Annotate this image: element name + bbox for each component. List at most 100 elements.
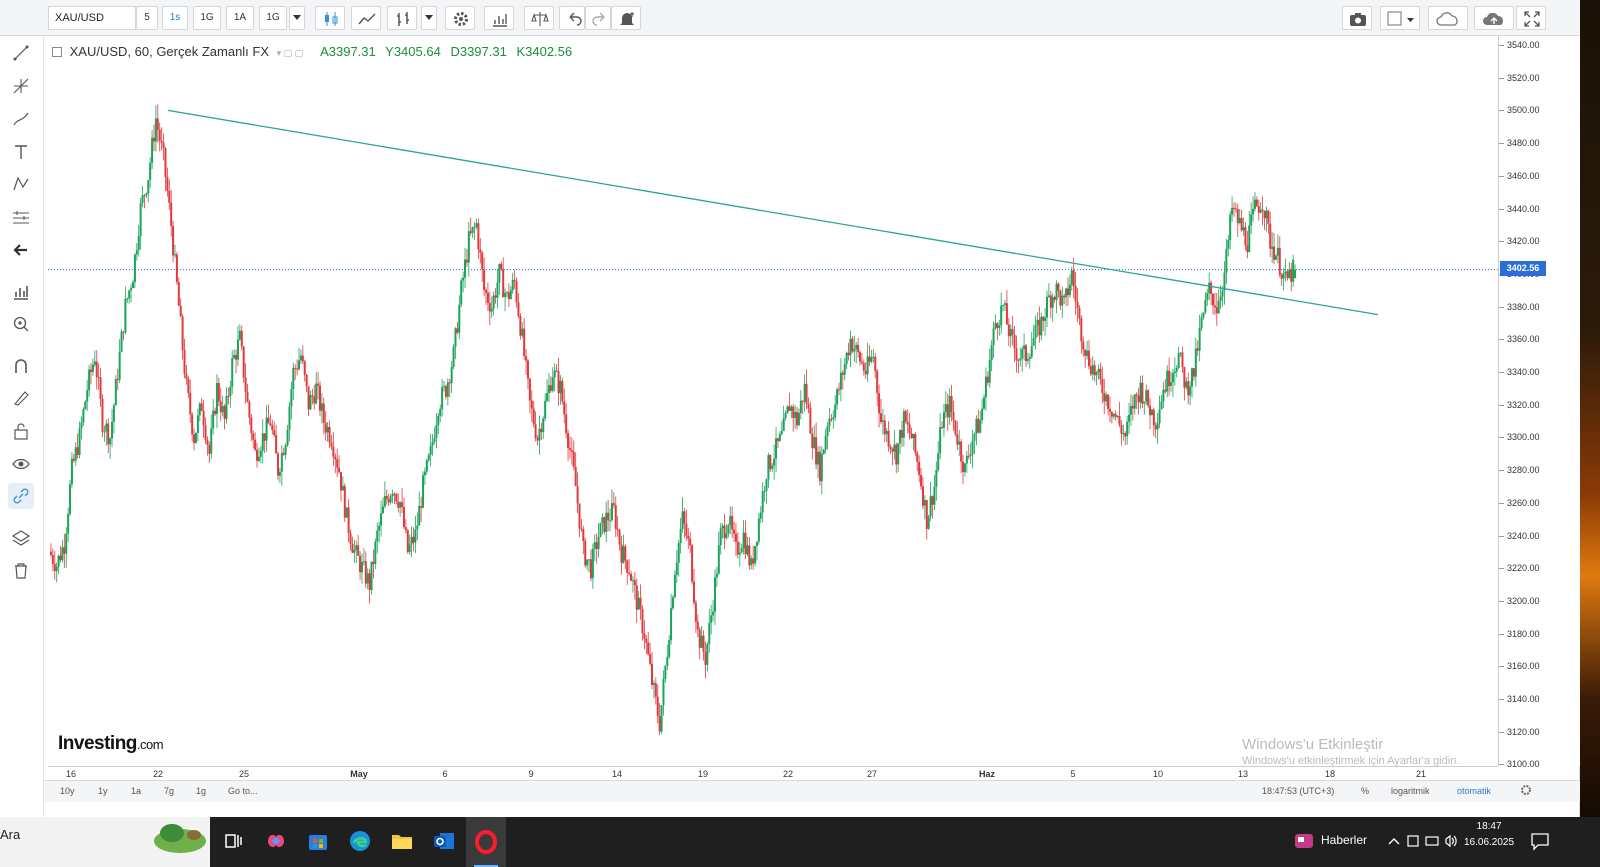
indicators-icon[interactable] (8, 279, 34, 305)
outlook-icon[interactable] (432, 829, 456, 853)
candle (780, 421, 783, 436)
candle (610, 489, 613, 522)
interval-1s-button[interactable]: 1s (162, 6, 188, 30)
candle (170, 189, 173, 237)
range-1a[interactable]: 1a (131, 786, 141, 796)
zoom-icon[interactable] (8, 311, 34, 337)
eye-icon[interactable] (8, 451, 34, 477)
alert-bell-icon[interactable] (611, 6, 641, 30)
candle (1265, 206, 1268, 232)
range-1y[interactable]: 1y (98, 786, 108, 796)
candle (761, 482, 764, 523)
time-axis[interactable]: 16 22 25 May 6 9 14 19 22 27 Haz 5 10 13 18 21 (48, 766, 1498, 780)
price-tick-label: 3140.00 (1507, 694, 1540, 704)
back-arrow-icon[interactable] (8, 237, 34, 263)
candle (1049, 290, 1052, 319)
candle (960, 438, 963, 474)
opera-taskbar-button[interactable] (466, 817, 506, 867)
auto-toggle[interactable]: otomatik (1457, 786, 1491, 796)
goto-button[interactable]: Go to... (228, 786, 258, 796)
compare-scale-icon[interactable] (524, 6, 554, 30)
candle (841, 370, 844, 390)
brush-tool-icon[interactable] (8, 106, 34, 132)
candle (645, 635, 648, 654)
interval-1A-button[interactable]: 1A (226, 6, 254, 30)
cloud-load-icon[interactable] (1428, 6, 1468, 30)
fib-tool-icon[interactable] (8, 73, 34, 99)
candle (624, 544, 627, 570)
time-tick-label: 22 (782, 769, 794, 779)
edge-icon[interactable] (348, 829, 372, 853)
news-widget[interactable]: Haberler (1294, 829, 1384, 853)
candle (931, 495, 934, 519)
time-tick-label: 14 (611, 769, 623, 779)
trendline[interactable] (167, 109, 1379, 316)
bars-icon[interactable] (387, 6, 417, 30)
candle (1274, 254, 1277, 261)
interval-1G-button[interactable]: 1G (193, 6, 221, 30)
lock-drawings-icon[interactable] (8, 385, 34, 411)
taskbar-clock[interactable]: 18:47 16.06.2025 (1464, 819, 1514, 851)
log-toggle[interactable]: logaritmik (1391, 786, 1430, 796)
chart-type-dropdown[interactable] (421, 6, 437, 30)
taskbar-search[interactable]: Ara (0, 817, 210, 867)
candle (830, 413, 833, 422)
candle (339, 472, 342, 502)
system-tray[interactable] (1386, 831, 1464, 851)
price-chart[interactable] (48, 36, 1498, 766)
settings-gear-icon[interactable] (445, 6, 475, 30)
store-icon[interactable] (306, 829, 330, 853)
task-view-icon[interactable] (221, 829, 245, 853)
candle (267, 404, 270, 424)
trendline-tool-icon[interactable] (8, 40, 34, 66)
candle (1087, 340, 1090, 370)
fullscreen-icon[interactable] (1516, 6, 1546, 30)
undo-icon[interactable] (559, 6, 585, 30)
redo-icon[interactable] (585, 6, 611, 30)
candle (366, 568, 369, 590)
candle (1282, 268, 1285, 291)
candle (538, 415, 541, 455)
range-7g[interactable]: 7g (164, 786, 174, 796)
candle (857, 337, 860, 358)
candle (654, 677, 657, 705)
magnet-icon[interactable] (8, 353, 34, 379)
notifications-icon[interactable] (1530, 831, 1550, 856)
copilot-icon[interactable] (264, 829, 288, 853)
indicators-toolbar-icon[interactable] (484, 6, 514, 30)
candle (1206, 288, 1209, 306)
interval-1G-alt-button[interactable]: 1G (259, 6, 287, 30)
file-explorer-icon[interactable] (390, 829, 414, 853)
candle (860, 352, 863, 366)
symbol-input[interactable]: XAU/USD (48, 6, 136, 30)
cloud-save-icon[interactable] (1474, 6, 1514, 30)
candle (429, 433, 432, 467)
interval-5-button[interactable]: 5 (136, 6, 158, 30)
price-tick-label: 3420.00 (1507, 236, 1540, 247)
camera-icon[interactable] (1342, 6, 1372, 30)
range-1g[interactable]: 1g (196, 786, 206, 796)
link-icon[interactable] (8, 483, 34, 509)
candle (1070, 266, 1073, 291)
lock-icon[interactable] (8, 418, 34, 444)
price-tick-label: 3520.00 (1507, 72, 1540, 83)
candle (496, 268, 499, 309)
candle (334, 453, 337, 474)
candle (933, 474, 936, 511)
text-tool-icon[interactable] (8, 139, 34, 165)
measure-tool-icon[interactable] (8, 204, 34, 230)
range-10y[interactable]: 10y (60, 786, 75, 796)
percent-toggle[interactable]: % (1361, 786, 1369, 796)
interval-dropdown[interactable] (289, 6, 305, 30)
trash-icon[interactable] (8, 558, 34, 584)
template-dropdown[interactable] (1380, 6, 1420, 30)
candle (250, 414, 253, 442)
candle (1276, 234, 1279, 264)
pattern-tool-icon[interactable] (8, 171, 34, 197)
line-chart-icon[interactable] (351, 6, 381, 30)
axis-settings-gear-icon[interactable] (1520, 784, 1532, 798)
candle (1026, 352, 1029, 365)
candles-icon[interactable] (315, 6, 345, 30)
layers-icon[interactable] (8, 525, 34, 551)
price-axis[interactable]: 3540.00 3520.00 3500.00 3480.00 3460.00 3440.… (1498, 36, 1580, 769)
